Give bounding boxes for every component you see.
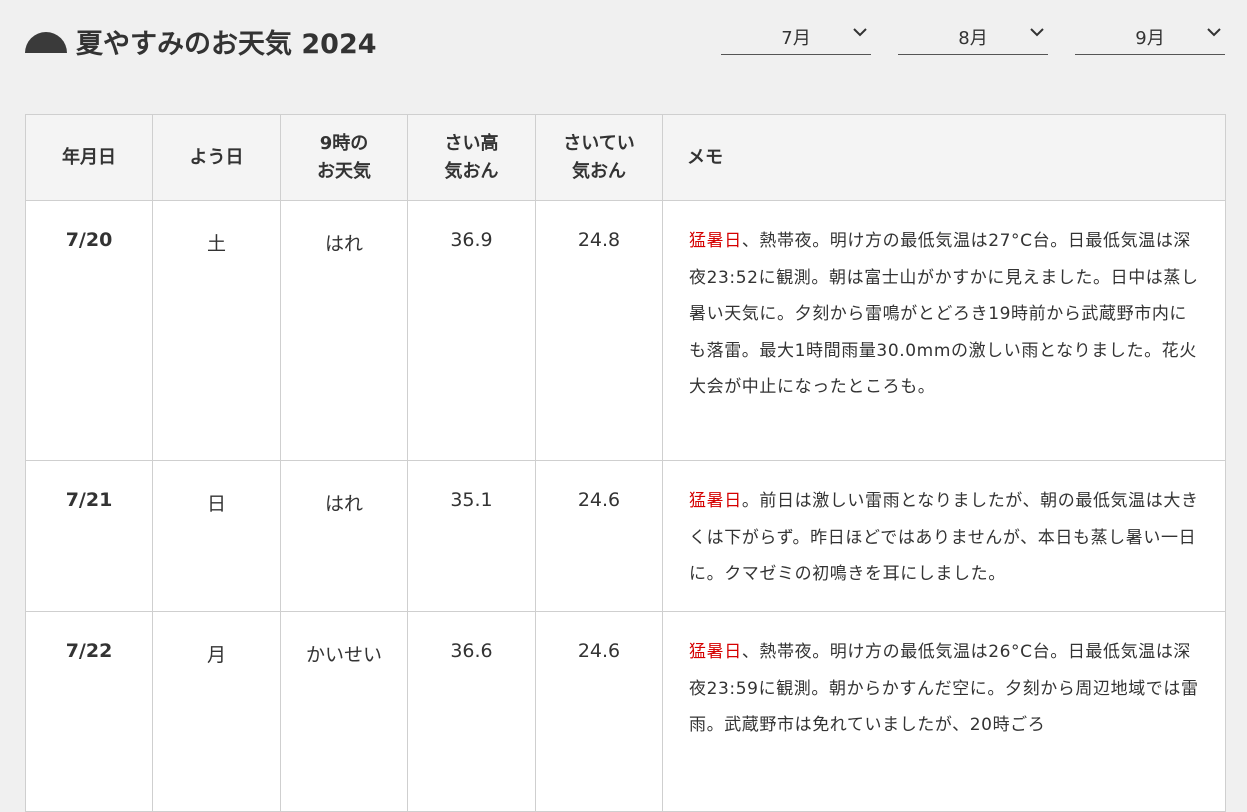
header-memo-label: メモ (687, 146, 723, 168)
chevron-down-icon (853, 27, 867, 39)
cell-date: 7/20 (25, 200, 153, 461)
header-high-line1: さい高 (444, 132, 499, 154)
cell-memo: 猛暑日。前日は激しい雷雨となりましたが、朝の最低気温は大きくは下がらず。昨日ほど… (662, 460, 1226, 612)
memo-highlight: 猛暑日 (689, 231, 742, 251)
chevron-down-icon (1207, 27, 1221, 39)
page-header: 夏やすみのお天気 2024 (25, 22, 377, 61)
header-day-of-week: よう日 (152, 114, 281, 201)
month-selector-group: 7月 8月 9月 (721, 20, 1225, 55)
cell-high-temp: 36.6 (407, 611, 536, 812)
header-low-line2: 気おん (572, 160, 626, 182)
table-row: 7/22 月 かいせい 36.6 24.6 猛暑日、熱帯夜。明け方の最低気温は2… (25, 611, 1226, 812)
memo-highlight: 猛暑日 (689, 491, 742, 511)
cell-low-temp: 24.8 (535, 200, 663, 461)
cell-low-temp: 24.6 (535, 460, 663, 612)
weather-table: 年月日 よう日 9時の お天気 さい高 気おん さいてい 気おん メモ 7/20… (25, 114, 1226, 812)
cell-high-temp: 35.1 (407, 460, 536, 612)
cell-day-of-week: 日 (152, 460, 281, 612)
cell-day-of-week: 月 (152, 611, 281, 812)
cell-memo: 猛暑日、熱帯夜。明け方の最低気温は26°C台。日最低気温は深夜23:59に観測。… (662, 611, 1226, 812)
cell-low-temp: 24.6 (535, 611, 663, 812)
weather-table-container: 年月日 よう日 9時の お天気 さい高 気おん さいてい 気おん メモ 7/20… (25, 114, 1226, 812)
month-select-july[interactable]: 7月 (721, 20, 871, 55)
cell-date: 7/21 (25, 460, 153, 612)
header-weather-line1: 9時の (319, 132, 369, 154)
month-select-label: 8月 (958, 28, 988, 49)
sun-icon (25, 32, 67, 53)
cell-weather: はれ (280, 460, 408, 612)
table-row: 7/20 土 はれ 36.9 24.8 猛暑日、熱帯夜。明け方の最低気温は27°… (25, 200, 1226, 461)
memo-text: 、熱帯夜。明け方の最低気温は27°C台。日最低気温は深夜23:52に観測。朝は富… (689, 231, 1199, 397)
memo-text: 、熱帯夜。明け方の最低気温は26°C台。日最低気温は深夜23:59に観測。朝から… (689, 642, 1199, 735)
month-select-august[interactable]: 8月 (898, 20, 1048, 55)
header-date-label: 年月日 (62, 146, 116, 168)
memo-text: 。前日は激しい雷雨となりましたが、朝の最低気温は大きくは下がらず。昨日ほどではあ… (689, 491, 1199, 584)
chevron-down-icon (1030, 27, 1044, 39)
header-weather-9am: 9時の お天気 (280, 114, 408, 201)
header-dow-label: よう日 (189, 146, 244, 168)
cell-day-of-week: 土 (152, 200, 281, 461)
month-select-september[interactable]: 9月 (1075, 20, 1225, 55)
page-title: 夏やすみのお天気 2024 (76, 29, 377, 60)
header-date: 年月日 (25, 114, 153, 201)
table-header-row: 年月日 よう日 9時の お天気 さい高 気おん さいてい 気おん メモ (25, 114, 1226, 201)
header-low-temp: さいてい 気おん (535, 114, 663, 201)
table-row: 7/21 日 はれ 35.1 24.6 猛暑日。前日は激しい雷雨となりましたが、… (25, 460, 1226, 612)
memo-highlight: 猛暑日 (689, 642, 742, 662)
cell-date: 7/22 (25, 611, 153, 812)
header-high-line2: 気おん (444, 160, 499, 182)
header-memo: メモ (662, 114, 1226, 201)
month-select-label: 9月 (1135, 28, 1165, 49)
cell-high-temp: 36.9 (407, 200, 536, 461)
header-high-temp: さい高 気おん (407, 114, 536, 201)
cell-weather: はれ (280, 200, 408, 461)
cell-memo: 猛暑日、熱帯夜。明け方の最低気温は27°C台。日最低気温は深夜23:52に観測。… (662, 200, 1226, 461)
month-select-label: 7月 (781, 28, 811, 49)
header-low-line1: さいてい (563, 132, 635, 154)
header-weather-line2: お天気 (317, 160, 371, 182)
cell-weather: かいせい (280, 611, 408, 812)
